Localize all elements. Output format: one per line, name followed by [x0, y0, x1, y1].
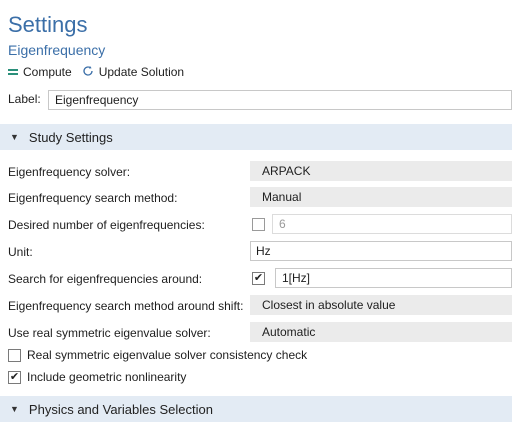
consistency-check-label: Real symmetric eigenvalue solver consist… [27, 348, 308, 362]
desired-number-label: Desired number of eigenfrequencies: [8, 218, 205, 232]
physics-heading: Physics and Variables Selection [28, 401, 213, 417]
consistency-check-row[interactable]: Real symmetric eigenvalue solver consist… [8, 348, 307, 362]
real-symmetric-label: Use real symmetric eigenvalue solver: [8, 326, 211, 340]
unit-input[interactable]: Hz [250, 241, 512, 261]
toolbar: Compute Update Solution [8, 63, 184, 81]
search-method-select[interactable]: Manual [250, 187, 512, 207]
update-solution-label: Update Solution [98, 65, 185, 79]
study-settings-heading: Study Settings [28, 129, 113, 145]
compute-label: Compute [23, 65, 72, 79]
shift-method-select[interactable]: Closest in absolute value [250, 295, 512, 315]
check-icon: ✔ [9, 370, 20, 383]
desired-number-input[interactable]: 6 [272, 214, 512, 234]
check-icon: ✔ [253, 272, 264, 284]
search-method-label: Eigenfrequency search method: [8, 191, 178, 205]
compute-button[interactable]: Compute [8, 65, 72, 79]
physics-section-header[interactable]: ▼ Physics and Variables Selection [0, 396, 512, 422]
equals-icon [8, 69, 18, 75]
desired-number-checkbox[interactable] [252, 218, 265, 231]
consistency-check-checkbox[interactable] [8, 348, 21, 362]
label-caption: Label: [8, 92, 41, 106]
search-around-label: Search for eigenfrequencies around: [8, 272, 203, 286]
page-subtitle: Eigenfrequency [8, 42, 106, 58]
triangle-down-icon: ▼ [10, 404, 19, 414]
search-around-input[interactable]: 1[Hz] [275, 268, 512, 288]
page-title: Settings [8, 12, 88, 37]
update-solution-button[interactable]: Update Solution [82, 65, 184, 80]
geometric-nonlinearity-row[interactable]: ✔ Include geometric nonlinearity [8, 370, 186, 384]
solver-select[interactable]: ARPACK [250, 161, 512, 181]
solver-label: Eigenfrequency solver: [8, 165, 131, 179]
geometric-nonlinearity-checkbox[interactable]: ✔ [8, 370, 21, 384]
triangle-down-icon: ▼ [10, 132, 19, 142]
search-around-checkbox[interactable]: ✔ [252, 272, 265, 285]
geometric-nonlinearity-label: Include geometric nonlinearity [27, 370, 187, 384]
study-settings-section-header[interactable]: ▼ Study Settings [0, 124, 512, 150]
label-input[interactable]: Eigenfrequency [48, 90, 512, 110]
refresh-icon [82, 65, 94, 80]
shift-method-label: Eigenfrequency search method around shif… [8, 299, 244, 313]
real-symmetric-select[interactable]: Automatic [250, 322, 512, 342]
unit-label: Unit: [8, 245, 33, 259]
